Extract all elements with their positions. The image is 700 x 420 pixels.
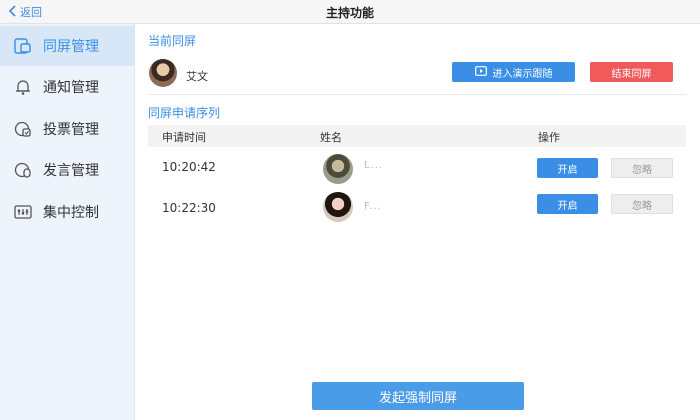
sidebar-item-label: 同屏管理	[43, 39, 99, 55]
sidebar-item-label: 投票管理	[43, 122, 99, 138]
bell-icon	[13, 78, 35, 96]
divider	[148, 94, 686, 95]
main-panel: 当前同屏 艾文 进入演示跟随 结束同屏 同屏申请序列 申请时间 姓名 操作 10…	[136, 24, 700, 420]
enter-presentation-label: 进入演示跟随	[492, 68, 553, 80]
accept-button[interactable]: 开启	[537, 194, 598, 214]
avatar	[323, 154, 353, 184]
sidebar-item-label: 集中控制	[43, 205, 99, 221]
accept-label: 开启	[557, 200, 578, 212]
applicant-name: F...	[364, 201, 382, 212]
current-share-title: 当前同屏	[148, 34, 197, 48]
ignore-button[interactable]: 忽略	[611, 158, 673, 178]
request-time: 10:22:30	[162, 201, 216, 215]
ignore-label: 忽略	[632, 164, 652, 176]
accept-label: 开启	[557, 164, 578, 176]
sidebar-item-voting[interactable]: 投票管理	[0, 109, 135, 149]
screen-icon	[474, 65, 493, 79]
enter-presentation-button[interactable]: 进入演示跟随	[452, 62, 575, 82]
column-header-name: 姓名	[320, 131, 342, 144]
request-time: 10:20:42	[162, 160, 216, 174]
sidebar-item-screen-share[interactable]: 同屏管理	[0, 26, 135, 66]
queue-title: 同屏申请序列	[148, 106, 221, 120]
applicant-name: L...	[364, 160, 384, 171]
end-share-label: 结束同屏	[611, 68, 652, 80]
vote-icon	[13, 120, 35, 138]
sidebar: 同屏管理 通知管理 投票管理 发言管理 集中控制	[0, 24, 135, 420]
sidebar-item-notifications[interactable]: 通知管理	[0, 67, 135, 107]
accept-button[interactable]: 开启	[537, 158, 598, 178]
avatar	[149, 59, 177, 87]
avatar	[323, 192, 353, 222]
sidebar-item-label: 发言管理	[43, 163, 99, 179]
control-panel-icon	[13, 203, 35, 221]
sidebar-item-label: 通知管理	[43, 80, 99, 96]
ignore-label: 忽略	[632, 200, 652, 212]
screen-share-icon	[13, 37, 35, 55]
force-share-button[interactable]: 发起强制同屏	[312, 382, 524, 410]
end-share-button[interactable]: 结束同屏	[590, 62, 673, 82]
page-title: 主持功能	[325, 6, 374, 20]
force-share-label: 发起强制同屏	[378, 390, 457, 406]
table-header: 申请时间 姓名 操作	[148, 125, 686, 147]
table-row: 10:22:30 F... 开启 忽略	[148, 189, 686, 229]
ignore-button[interactable]: 忽略	[611, 194, 673, 214]
top-bar: 返回 主持功能	[0, 0, 700, 24]
table-row: 10:20:42 L... 开启 忽略	[148, 148, 686, 188]
sidebar-item-speech[interactable]: 发言管理	[0, 150, 135, 190]
speech-icon	[13, 161, 35, 179]
column-header-time: 申请时间	[162, 131, 206, 144]
column-header-action: 操作	[538, 131, 560, 144]
sidebar-item-central-control[interactable]: 集中控制	[0, 192, 135, 232]
current-presenter-name: 艾文	[186, 70, 208, 83]
